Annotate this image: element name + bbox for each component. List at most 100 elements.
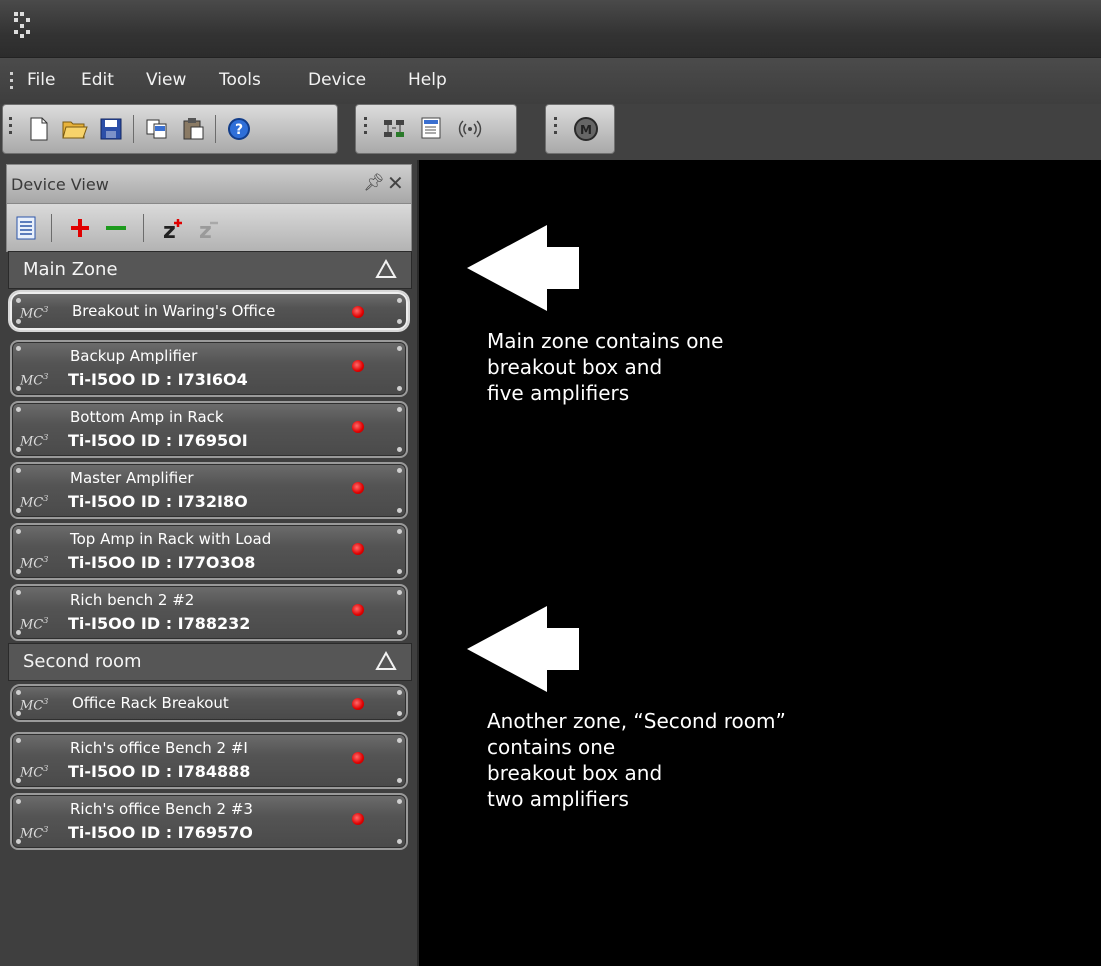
card-screw-icon: [397, 690, 402, 695]
zone-remove-icon[interactable]: z: [195, 212, 225, 244]
close-icon[interactable]: ✕: [387, 171, 404, 195]
mc-logo: MC3: [20, 432, 49, 449]
paste-icon[interactable]: [179, 115, 207, 143]
card-screw-icon: [397, 386, 402, 391]
toolbar-separator: [51, 214, 52, 242]
menu-grip-handle[interactable]: [10, 72, 14, 93]
device-card-amplifier[interactable]: MC3 Top Amp in Rack with Load Ti-I5OO ID…: [10, 523, 408, 580]
device-card-amplifier[interactable]: MC3 Rich bench 2 #2 Ti-I5OO ID : I788232: [10, 584, 408, 641]
copy-icon[interactable]: [143, 115, 171, 143]
card-screw-icon: [16, 569, 21, 574]
card-screw-icon: [397, 569, 402, 574]
card-screw-icon: [16, 386, 21, 391]
panel-header: Device View 📌︎ ✕: [6, 164, 412, 204]
device-model-id: Ti-I5OO ID : I784888: [68, 762, 251, 781]
zone-add-icon[interactable]: z: [159, 212, 189, 244]
pin-icon[interactable]: 📌︎: [363, 173, 385, 193]
card-screw-icon: [16, 711, 21, 716]
mute-toolbar: M: [545, 104, 615, 154]
device-card-amplifier[interactable]: MC3 Backup Amplifier Ti-I5OO ID : I73I6O…: [10, 340, 408, 397]
toolbar-row: ? M: [0, 104, 1101, 160]
toolbar-grip-handle[interactable]: [9, 117, 13, 138]
panel-title: Device View: [11, 175, 109, 194]
help-icon[interactable]: ?: [225, 115, 253, 143]
mc-logo: MC3: [20, 304, 49, 321]
card-screw-icon: [16, 690, 21, 695]
card-screw-icon: [16, 319, 21, 324]
card-screw-icon: [397, 346, 402, 351]
card-screw-icon: [397, 799, 402, 804]
add-icon[interactable]: [65, 212, 95, 244]
device-name: Rich's office Bench 2 #I: [70, 739, 248, 757]
device-name: Office Rack Breakout: [72, 694, 229, 712]
device-card-amplifier[interactable]: MC3 Rich's office Bench 2 #I Ti-I5OO ID …: [10, 732, 408, 789]
app-logo-icon[interactable]: [12, 10, 38, 40]
svg-text:M: M: [580, 123, 592, 137]
mc-logo: MC3: [20, 554, 49, 571]
title-bar: [0, 0, 1101, 58]
mc-logo: MC3: [20, 763, 49, 780]
svg-text:z: z: [199, 219, 212, 242]
device-name: Backup Amplifier: [70, 347, 198, 365]
network-view-icon[interactable]: [380, 115, 408, 143]
menu-device[interactable]: Device: [308, 70, 366, 90]
status-led-icon: [352, 813, 364, 825]
device-name: Rich's office Bench 2 #3: [70, 800, 253, 818]
wireless-icon[interactable]: [456, 115, 484, 143]
open-folder-icon[interactable]: [61, 115, 89, 143]
collapse-triangle-icon[interactable]: [375, 258, 397, 280]
status-led-icon: [352, 543, 364, 555]
zone-header-second-room[interactable]: Second room: [8, 643, 412, 681]
card-screw-icon: [16, 407, 21, 412]
card-screw-icon: [16, 468, 21, 473]
device-card-amplifier[interactable]: MC3 Rich's office Bench 2 #3 Ti-I5OO ID …: [10, 793, 408, 850]
main-workspace[interactable]: Main zone contains one breakout box and …: [421, 160, 1101, 966]
card-screw-icon: [397, 590, 402, 595]
status-led-icon: [352, 752, 364, 764]
card-screw-icon: [16, 630, 21, 635]
menu-file[interactable]: File: [27, 70, 55, 90]
collapse-triangle-icon[interactable]: [375, 650, 397, 672]
mute-m-icon[interactable]: M: [572, 115, 600, 143]
toolbar-separator: [143, 214, 144, 242]
device-model-id: Ti-I5OO ID : I76957O: [68, 823, 253, 842]
zone-name: Second room: [23, 651, 142, 672]
device-card-breakout[interactable]: MC3 Breakout in Waring's Office: [10, 292, 408, 330]
status-led-icon: [352, 604, 364, 616]
callout-arrow-icon: [467, 606, 579, 692]
view-toolbar: [355, 104, 517, 154]
status-led-icon: [352, 482, 364, 494]
toolbar-grip-handle[interactable]: [554, 117, 558, 138]
menu-bar: File Edit View Tools Device Help: [0, 58, 1101, 104]
menu-view[interactable]: View: [146, 70, 186, 90]
status-led-icon: [352, 306, 364, 318]
toolbar-grip-handle[interactable]: [364, 117, 368, 138]
device-card-amplifier[interactable]: MC3 Bottom Amp in Rack Ti-I5OO ID : I769…: [10, 401, 408, 458]
menu-tools[interactable]: Tools: [219, 70, 261, 90]
new-document-icon[interactable]: [25, 115, 53, 143]
device-name: Master Amplifier: [70, 469, 194, 487]
save-icon[interactable]: [97, 115, 125, 143]
mc-logo: MC3: [20, 615, 49, 632]
device-model-id: Ti-I5OO ID : I788232: [68, 614, 251, 633]
annotation-second-room: Another zone, “Second room” contains one…: [487, 709, 786, 811]
card-screw-icon: [397, 447, 402, 452]
device-card-breakout[interactable]: MC3 Office Rack Breakout: [10, 684, 408, 722]
svg-text:?: ?: [235, 122, 243, 138]
device-card-amplifier[interactable]: MC3 Master Amplifier Ti-I5OO ID : I732I8…: [10, 462, 408, 519]
svg-text:z: z: [163, 219, 176, 242]
properties-icon[interactable]: [11, 212, 41, 244]
card-screw-icon: [397, 839, 402, 844]
list-view-icon[interactable]: [418, 115, 446, 143]
annotation-main-zone: Main zone contains one breakout box and …: [487, 329, 724, 405]
card-screw-icon: [16, 590, 21, 595]
card-screw-icon: [397, 319, 402, 324]
zone-header-main[interactable]: Main Zone: [8, 251, 412, 289]
remove-icon[interactable]: [101, 212, 131, 244]
card-screw-icon: [397, 630, 402, 635]
toolbar-separator: [215, 115, 216, 143]
card-screw-icon: [16, 447, 21, 452]
menu-help[interactable]: Help: [408, 70, 447, 90]
menu-edit[interactable]: Edit: [81, 70, 114, 90]
device-model-id: Ti-I5OO ID : I77O3O8: [68, 553, 256, 572]
